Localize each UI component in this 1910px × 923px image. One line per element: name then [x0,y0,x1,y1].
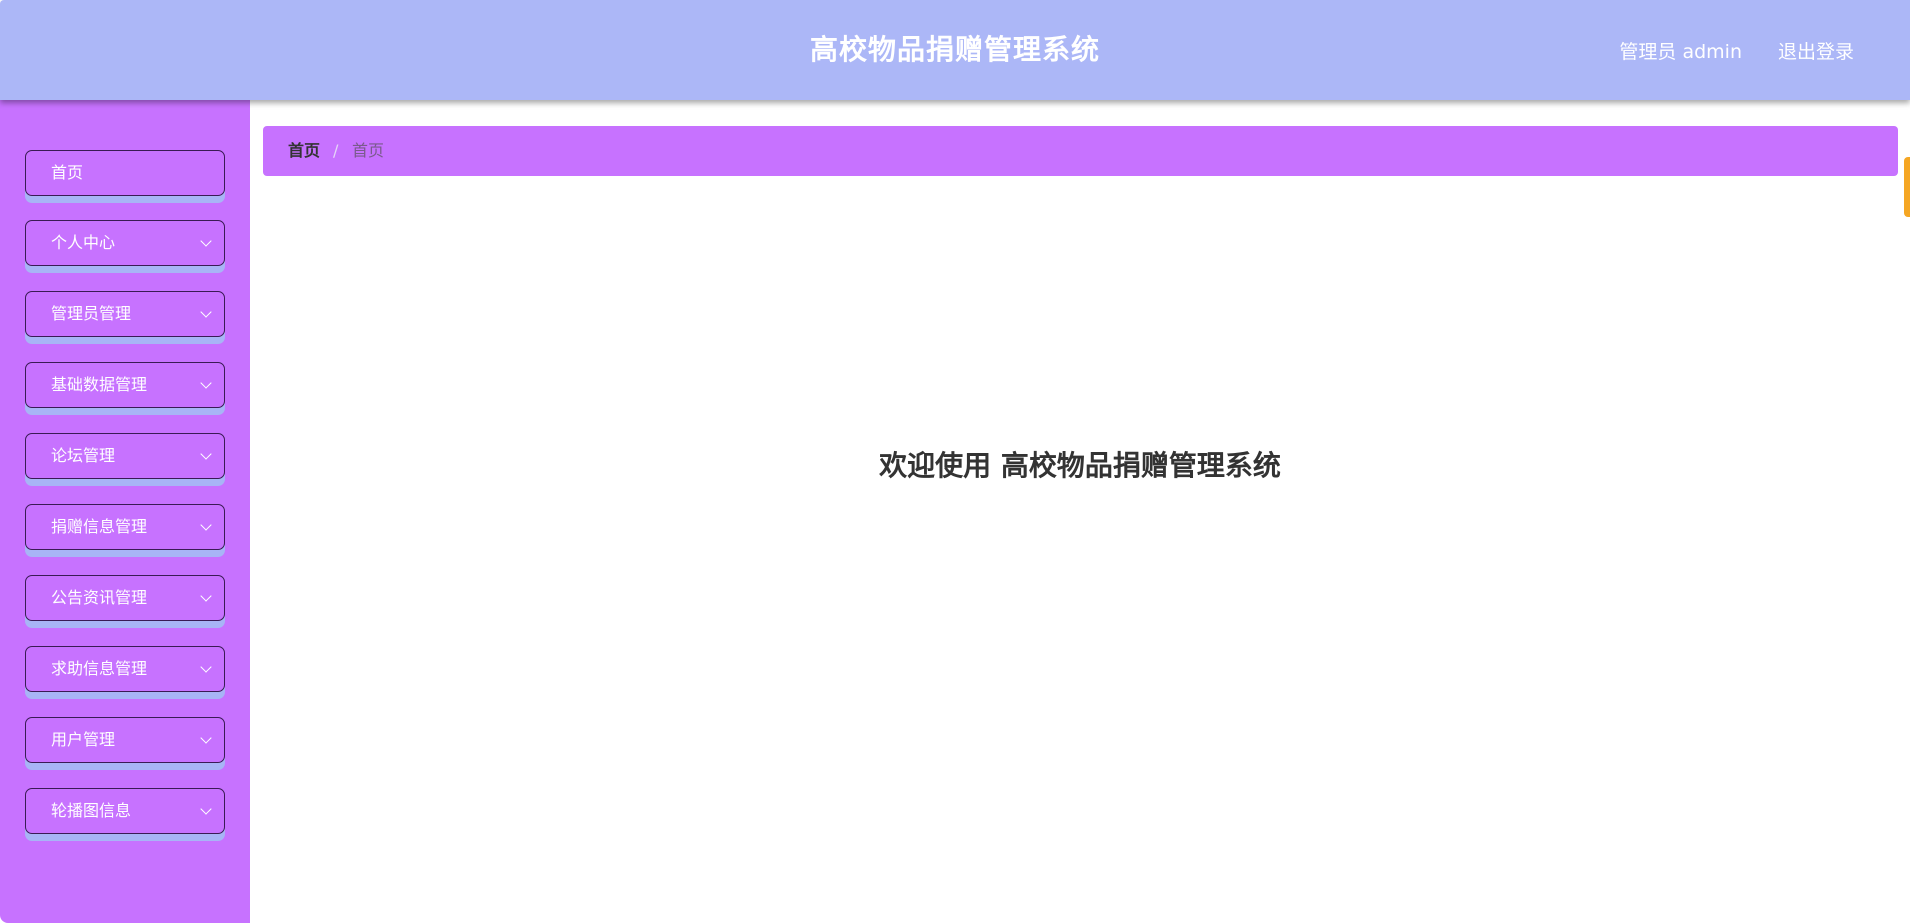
sidebar-item-forum[interactable]: 论坛管理 [25,433,225,479]
sidebar-item-label: 首页 [51,163,84,182]
sidebar-item-label: 论坛管理 [51,446,116,465]
sidebar-item-admin-management[interactable]: 管理员管理 [25,291,225,337]
sidebar-item-label: 用户管理 [51,730,116,749]
breadcrumb: 首页 / 首页 [263,126,1898,176]
sidebar-item-carousel[interactable]: 轮播图信息 [25,788,225,834]
sidebar-item-personal-center[interactable]: 个人中心 [25,220,225,266]
chevron-down-icon [200,519,212,531]
logout-link[interactable]: 退出登录 [1778,0,1854,100]
sidebar-item-announcements[interactable]: 公告资讯管理 [25,575,225,621]
breadcrumb-separator: / [333,141,339,160]
chevron-down-icon [200,590,212,602]
chevron-down-icon [200,377,212,389]
sidebar-item-basic-data[interactable]: 基础数据管理 [25,362,225,408]
sidebar-item-label: 捐赠信息管理 [51,517,148,536]
sidebar-item-label: 基础数据管理 [51,375,148,394]
sidebar-item-label: 公告资讯管理 [51,588,148,607]
sidebar-menu: 首页 个人中心 管理员管理 基础数据管理 论坛管理 捐赠信息管理 公告资讯管理 … [0,100,250,923]
current-user: 管理员 admin [1619,41,1742,63]
chevron-down-icon [200,306,212,318]
sidebar-item-donation-info[interactable]: 捐赠信息管理 [25,504,225,550]
sidebar-item-label: 管理员管理 [51,304,132,323]
sidebar-item-home[interactable]: 首页 [25,150,225,196]
chevron-down-icon [200,803,212,815]
top-header: 高校物品捐赠管理系统 管理员 admin 退出登录 [0,0,1910,100]
chevron-down-icon [200,661,212,673]
sidebar-item-users[interactable]: 用户管理 [25,717,225,763]
scroll-handle[interactable] [1904,157,1910,217]
sidebar-item-help-requests[interactable]: 求助信息管理 [25,646,225,692]
chevron-down-icon [200,732,212,744]
chevron-down-icon [200,235,212,247]
sidebar-item-label: 个人中心 [51,233,116,252]
sidebar-item-label: 求助信息管理 [51,659,148,678]
welcome-message: 欢迎使用 高校物品捐赠管理系统 [879,449,1281,482]
breadcrumb-home[interactable]: 首页 [288,126,320,176]
breadcrumb-current: 首页 [352,141,385,160]
chevron-down-icon [200,448,212,460]
sidebar-item-label: 轮播图信息 [51,801,132,820]
